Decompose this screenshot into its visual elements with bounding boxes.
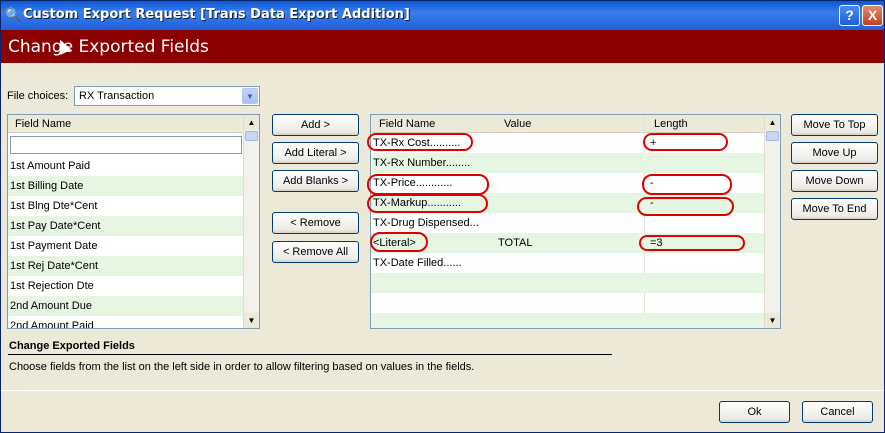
scroll-down-icon[interactable]: ▼ (244, 313, 259, 328)
table-row[interactable]: TX-Drug Dispensed... (371, 213, 765, 233)
list-item[interactable]: 1st Billing Date (8, 176, 244, 196)
window-title: Custom Export Request [Trans Data Export… (23, 7, 410, 22)
move-to-end-button[interactable]: Move To End (791, 198, 878, 220)
description-title: Change Exported Fields (9, 340, 135, 352)
remove-all-button[interactable]: < Remove All (272, 241, 359, 263)
add-button[interactable]: Add > (272, 114, 359, 136)
list-item[interactable]: 2nd Amount Paid (8, 316, 244, 328)
add-literal-button[interactable]: Add Literal > (272, 142, 359, 164)
highlight-oval (643, 133, 728, 151)
export-dialog: 🔍 Custom Export Request [Trans Data Expo… (0, 0, 885, 433)
page-title: Change Exported Fields (8, 37, 209, 57)
highlight-oval (370, 232, 428, 252)
page-banner: Change Exported Fields (1, 30, 884, 63)
grid-header-length: Length (654, 118, 688, 130)
move-to-top-button[interactable]: Move To Top (791, 114, 878, 136)
grid-scrollbar[interactable]: ▲ ▼ (764, 115, 780, 328)
field-filter-input[interactable] (10, 136, 242, 154)
highlight-oval (367, 174, 489, 195)
ok-button[interactable]: Ok (719, 401, 790, 423)
grid-header-value: Value (504, 118, 532, 130)
highlight-oval (642, 174, 732, 195)
chevron-down-icon[interactable]: ▼ (242, 88, 258, 104)
cancel-button[interactable]: Cancel (802, 401, 873, 423)
file-choices-label: File choices: (7, 90, 69, 102)
left-header-field-name: Field Name (15, 118, 72, 130)
file-choices-value: RX Transaction (79, 90, 155, 102)
list-item[interactable]: 1st Rej Date*Cent (8, 256, 244, 276)
file-choices-dropdown[interactable]: RX Transaction ▼ (74, 86, 260, 106)
search-icon: 🔍 (5, 7, 22, 22)
available-fields-list[interactable]: Field Name 1st Amount Paid 1st Billing D… (7, 114, 260, 329)
remove-button[interactable]: < Remove (272, 212, 359, 234)
footer-divider (1, 390, 884, 391)
list-item[interactable]: 2nd Amount Due (8, 296, 244, 316)
left-list-header: Field Name (8, 115, 244, 133)
help-button[interactable]: ? (839, 5, 860, 26)
list-item[interactable]: 1st Payment Date (8, 236, 244, 256)
highlight-oval (367, 194, 488, 213)
table-row[interactable] (371, 293, 765, 313)
close-button[interactable]: X (862, 5, 883, 26)
left-list-scrollbar[interactable]: ▲ ▼ (243, 115, 259, 328)
title-bar[interactable]: 🔍 Custom Export Request [Trans Data Expo… (1, 1, 884, 30)
scroll-up-icon[interactable]: ▲ (244, 115, 259, 130)
highlight-oval (367, 133, 473, 151)
grid-header-field-name: Field Name (379, 118, 436, 130)
table-row[interactable]: TX-Rx Number........ (371, 153, 765, 173)
move-down-button[interactable]: Move Down (791, 170, 878, 192)
table-row[interactable] (371, 313, 765, 328)
highlight-oval (639, 235, 745, 251)
description-divider (8, 354, 612, 355)
list-item[interactable]: 1st Rejection Dte (8, 276, 244, 296)
scroll-thumb[interactable] (245, 131, 258, 141)
scroll-up-icon[interactable]: ▲ (765, 115, 780, 130)
list-item[interactable]: 1st Blng Dte*Cent (8, 196, 244, 216)
description-text: Choose fields from the list on the left … (9, 361, 475, 373)
table-row[interactable]: TX-Date Filled...... (371, 253, 765, 273)
add-blanks-button[interactable]: Add Blanks > (272, 170, 359, 192)
highlight-oval (637, 197, 734, 216)
table-row[interactable] (371, 273, 765, 293)
list-item[interactable]: 1st Pay Date*Cent (8, 216, 244, 236)
grid-header: Field Name Value Length (371, 115, 765, 133)
scroll-down-icon[interactable]: ▼ (765, 313, 780, 328)
scroll-thumb[interactable] (766, 131, 779, 141)
move-up-button[interactable]: Move Up (791, 142, 878, 164)
list-item[interactable]: 1st Amount Paid (8, 156, 244, 176)
